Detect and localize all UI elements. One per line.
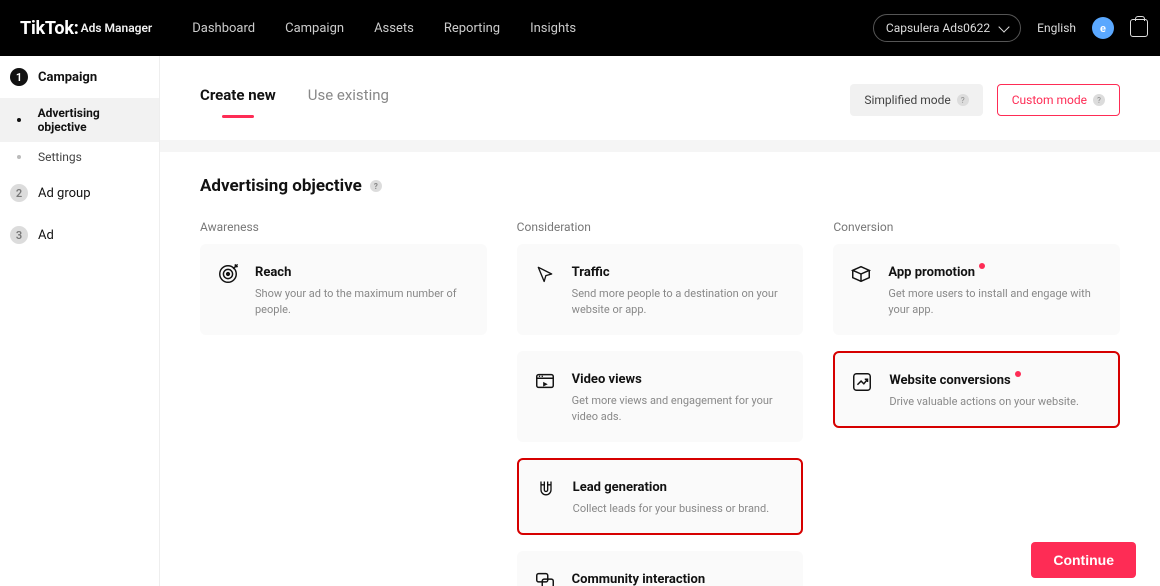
account-name: Capsulera Ads0622 bbox=[886, 21, 990, 35]
chat-icon bbox=[532, 568, 558, 586]
inbox-icon[interactable] bbox=[1130, 19, 1148, 37]
magnet-icon bbox=[533, 476, 559, 502]
substep-label: Advertising objective bbox=[38, 106, 149, 134]
create-tabs: Create new Use existing bbox=[200, 86, 389, 114]
objective-traffic[interactable]: Traffic Send more people to a destinatio… bbox=[517, 244, 804, 335]
objective-desc: Collect leads for your business or brand… bbox=[573, 501, 769, 517]
objective-title: Community interaction bbox=[572, 572, 705, 586]
avatar[interactable]: e bbox=[1092, 17, 1114, 39]
dot-icon bbox=[10, 155, 28, 159]
substep-label: Settings bbox=[38, 150, 82, 164]
help-icon[interactable]: ? bbox=[370, 180, 382, 192]
tab-create-new[interactable]: Create new bbox=[200, 86, 276, 114]
top-nav: Dashboard Campaign Assets Reporting Insi… bbox=[192, 21, 576, 36]
step-label: Ad bbox=[38, 228, 54, 243]
step-ad[interactable]: 3 Ad bbox=[0, 214, 159, 256]
column-awareness: Awareness Reach Show your ad to the maxi… bbox=[200, 220, 487, 586]
help-icon: ? bbox=[957, 94, 969, 106]
simplified-mode-button[interactable]: Simplified mode ? bbox=[850, 84, 982, 116]
objective-title: Website conversions bbox=[889, 373, 1010, 388]
avatar-letter: e bbox=[1100, 22, 1106, 35]
column-header: Awareness bbox=[200, 220, 487, 234]
footer-actions: Continue bbox=[1031, 542, 1136, 578]
chevron-down-icon bbox=[999, 21, 1010, 32]
step-label: Ad group bbox=[38, 186, 91, 201]
substep-advertising-objective[interactable]: Advertising objective bbox=[0, 98, 159, 142]
objective-title: Reach bbox=[255, 265, 291, 280]
objective-title: App promotion bbox=[888, 265, 975, 280]
tab-use-existing[interactable]: Use existing bbox=[308, 86, 389, 114]
nav-dashboard[interactable]: Dashboard bbox=[192, 21, 255, 36]
objective-reach[interactable]: Reach Show your ad to the maximum number… bbox=[200, 244, 487, 335]
logo: TikTok: bbox=[20, 18, 79, 39]
objective-desc: Get more users to install and engage wit… bbox=[888, 286, 1105, 318]
language-selector[interactable]: English bbox=[1037, 21, 1076, 35]
dot-icon bbox=[10, 118, 28, 122]
objective-desc: Drive valuable actions on your website. bbox=[889, 394, 1079, 410]
column-header: Consideration bbox=[517, 220, 804, 234]
section-title: Advertising objective ? bbox=[200, 176, 1120, 196]
top-right-group: Capsulera Ads0622 English e bbox=[873, 14, 1148, 42]
section-title-text: Advertising objective bbox=[200, 176, 362, 196]
objective-desc: Get more views and engagement for your v… bbox=[572, 393, 789, 425]
step-number: 1 bbox=[10, 68, 28, 86]
objective-title: Video views bbox=[572, 372, 642, 387]
objective-community-interaction[interactable]: Community interaction bbox=[517, 551, 804, 586]
objective-title: Lead generation bbox=[573, 480, 667, 495]
step-number: 3 bbox=[10, 226, 28, 244]
main-content: Create new Use existing Simplified mode … bbox=[160, 56, 1160, 586]
mode-label: Simplified mode bbox=[864, 93, 950, 107]
nav-insights[interactable]: Insights bbox=[530, 21, 576, 36]
target-icon bbox=[215, 261, 241, 287]
step-adgroup[interactable]: 2 Ad group bbox=[0, 172, 159, 214]
nav-assets[interactable]: Assets bbox=[374, 21, 414, 36]
cursor-icon bbox=[532, 261, 558, 287]
continue-button[interactable]: Continue bbox=[1031, 542, 1136, 578]
step-label: Campaign bbox=[38, 70, 97, 85]
column-header: Conversion bbox=[833, 220, 1120, 234]
trending-up-icon bbox=[849, 369, 875, 395]
custom-mode-button[interactable]: Custom mode ? bbox=[997, 84, 1120, 116]
objective-website-conversions[interactable]: Website conversions Drive valuable actio… bbox=[833, 351, 1120, 428]
objective-desc: Send more people to a destination on you… bbox=[572, 286, 789, 318]
top-bar: TikTok: Ads Manager Dashboard Campaign A… bbox=[0, 0, 1160, 56]
mode-switch-group: Simplified mode ? Custom mode ? bbox=[850, 84, 1120, 116]
account-selector[interactable]: Capsulera Ads0622 bbox=[873, 14, 1021, 42]
video-play-icon bbox=[532, 368, 558, 394]
objective-title: Traffic bbox=[572, 265, 610, 280]
nav-reporting[interactable]: Reporting bbox=[444, 21, 500, 36]
mode-label: Custom mode bbox=[1012, 93, 1087, 107]
objective-app-promotion[interactable]: App promotion Get more users to install … bbox=[833, 244, 1120, 335]
box-download-icon bbox=[848, 261, 874, 287]
nav-campaign[interactable]: Campaign bbox=[285, 21, 344, 36]
objective-lead-generation[interactable]: Lead generation Collect leads for your b… bbox=[517, 458, 804, 535]
step-number: 2 bbox=[10, 184, 28, 202]
column-consideration: Consideration Traffic Send more people t… bbox=[517, 220, 804, 586]
help-icon: ? bbox=[1093, 94, 1105, 106]
logo-subtitle: Ads Manager bbox=[81, 21, 153, 35]
objective-video-views[interactable]: Video views Get more views and engagemen… bbox=[517, 351, 804, 442]
step-campaign[interactable]: 1 Campaign bbox=[0, 56, 159, 98]
objective-desc: Show your ad to the maximum number of pe… bbox=[255, 286, 472, 318]
substep-settings[interactable]: Settings bbox=[0, 142, 159, 172]
column-conversion: Conversion App promotion Get more users … bbox=[833, 220, 1120, 586]
left-steps-sidebar: 1 Campaign Advertising objective Setting… bbox=[0, 56, 160, 586]
